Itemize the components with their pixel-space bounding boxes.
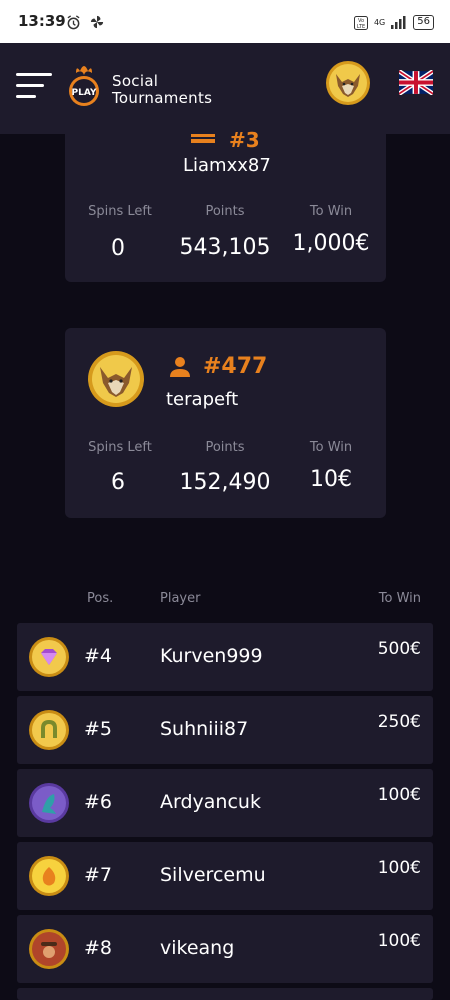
row-position: #6 [84, 791, 113, 813]
uk-flag-icon[interactable] [399, 70, 433, 95]
leaderboard-row-partial[interactable] [17, 988, 433, 1000]
horseshoe-coin-icon [29, 710, 69, 750]
row-to-win: 100€ [377, 931, 421, 951]
row-to-win: 100€ [377, 785, 421, 805]
purple-gem-coin-icon [29, 637, 69, 677]
golden-fruit-coin-icon [29, 856, 69, 896]
to-win-label: To Win [309, 440, 353, 455]
svg-text:LTE: LTE [357, 24, 365, 30]
player-name: Liamxx87 [183, 155, 271, 176]
leaderboard-row[interactable]: #8 vikeang 100€ [17, 915, 433, 983]
my-player-card: #477 terapeft Spins Left Points To Win 6… [65, 328, 386, 518]
spins-left-label: Spins Left [88, 204, 152, 219]
player-name: terapeft [166, 389, 239, 410]
leaderboard-row[interactable]: #7 Silvercemu 100€ [17, 842, 433, 910]
volte-icon: VoLTE [353, 15, 368, 30]
to-win-value: 1,000€ [292, 231, 370, 256]
row-to-win: 250€ [377, 712, 421, 732]
to-win-column-header: To Win [378, 591, 421, 606]
app-header: PLAY Social Tournaments [0, 43, 450, 134]
user-avatar[interactable] [325, 60, 371, 106]
network-type: 4G [373, 18, 386, 27]
player-rank: #477 [203, 354, 268, 379]
row-player: Suhniii87 [160, 718, 249, 740]
menu-icon[interactable] [16, 71, 52, 101]
row-to-win: 100€ [377, 858, 421, 878]
top-player-card: #3 Liamxx87 Spins Left Points To Win 0 5… [65, 128, 386, 282]
leaderboard-row[interactable]: #4 Kurven999 500€ [17, 623, 433, 691]
trophy-icon [191, 134, 215, 143]
leaderboard-row[interactable]: #5 Suhniii87 250€ [17, 696, 433, 764]
spins-left-value: 6 [111, 470, 125, 495]
sea-creature-coin-icon [29, 783, 69, 823]
svg-text:PLAY: PLAY [72, 88, 97, 98]
player-column-header: Player [160, 591, 201, 606]
spins-left-value: 0 [111, 236, 125, 261]
points-label: Points [205, 204, 245, 219]
to-win-value: 10€ [310, 467, 352, 492]
row-position: #7 [84, 864, 113, 886]
pinwheel-icon [90, 15, 104, 29]
row-position: #4 [84, 645, 113, 667]
row-position: #5 [84, 718, 113, 740]
spins-left-label: Spins Left [88, 440, 152, 455]
player-rank: #3 [229, 128, 260, 152]
points-value: 152,490 [179, 470, 271, 495]
row-player: Ardyancuk [160, 791, 261, 813]
user-icon [170, 357, 190, 377]
points-value: 543,105 [179, 235, 271, 260]
to-win-label: To Win [309, 204, 353, 219]
leaderboard-row[interactable]: #6 Ardyancuk 100€ [17, 769, 433, 837]
status-bar: 13:39 Vo LTE 4G 56 [0, 0, 450, 43]
player-avatar [88, 351, 144, 407]
row-position: #8 [84, 937, 113, 959]
battery-indicator: 56 [413, 15, 434, 30]
points-label: Points [205, 440, 245, 455]
row-player: Kurven999 [160, 645, 263, 667]
row-player: vikeang [160, 937, 235, 959]
pragmatic-play-logo: PLAY [69, 66, 99, 106]
status-time: 13:39 [18, 12, 66, 30]
alarm-icon [67, 15, 80, 30]
pos-column-header: Pos. [87, 591, 114, 606]
row-to-win: 500€ [377, 639, 421, 659]
row-player: Silvercemu [160, 864, 266, 886]
cowboy-coin-icon [29, 929, 69, 969]
brand-title: Social Tournaments [112, 72, 213, 107]
signal-icon [391, 16, 406, 29]
